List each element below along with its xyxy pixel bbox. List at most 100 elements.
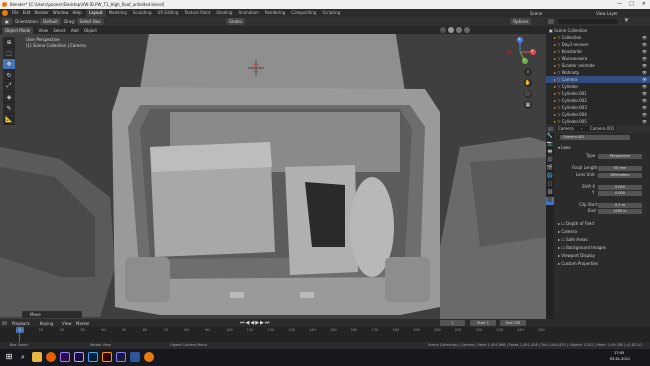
- section-custom-properties[interactable]: ▸ Custom Properties: [558, 261, 598, 267]
- render-tab-icon[interactable]: 📷: [546, 141, 554, 149]
- tab-sculpting[interactable]: Sculpting: [130, 9, 155, 17]
- shading-wire-icon[interactable]: [440, 27, 446, 33]
- visibility-icon[interactable]: 👁: [642, 111, 647, 118]
- world-tab-icon[interactable]: 🌐: [546, 173, 554, 181]
- visibility-icon[interactable]: 👁: [642, 83, 647, 90]
- tab-uv-editing[interactable]: UV Editing: [155, 9, 182, 17]
- windows-icon[interactable]: ⊞: [4, 352, 14, 362]
- mode-dropdown[interactable]: Object Mode: [2, 27, 34, 34]
- move-icon[interactable]: ✥: [3, 59, 15, 70]
- object-tab-icon[interactable]: ▢: [546, 181, 554, 189]
- minimize-icon[interactable]: —: [617, 1, 622, 7]
- visibility-icon[interactable]: 👁: [642, 118, 647, 125]
- camera-data-tab-icon[interactable]: 🎥: [546, 197, 554, 205]
- perspective-toggle-icon[interactable]: ▦: [524, 101, 532, 109]
- lens-section-header[interactable]: ▾ Lens: [558, 145, 571, 151]
- transform-icon[interactable]: ◈: [3, 92, 15, 103]
- maximize-icon[interactable]: □: [629, 1, 634, 7]
- annotate-icon[interactable]: ✎: [3, 103, 15, 114]
- view-layer-selector[interactable]: View Layer: [596, 11, 618, 16]
- section-depth-of-field[interactable]: ▸ ☐ Depth of Field: [558, 221, 594, 227]
- orientation-dropdown[interactable]: Default: [40, 18, 61, 25]
- focal-length-field[interactable]: 50 mm: [598, 166, 642, 171]
- menu-select[interactable]: Select: [51, 27, 67, 35]
- playback-controls[interactable]: ⏮◀◀▶▶⏭: [240, 320, 270, 326]
- outliner-item[interactable]: ▸ ▽ Cylinder.001 👁: [546, 90, 650, 97]
- tab-texture-paint[interactable]: Texture Paint: [181, 9, 213, 17]
- transform-orientation-dropdown[interactable]: Global: [226, 18, 245, 25]
- outliner-root[interactable]: ▣ Scene Collection: [546, 27, 650, 34]
- visibility-icon[interactable]: 👁: [642, 62, 647, 69]
- shift-x-field[interactable]: 0.000: [598, 185, 642, 190]
- menu-edit[interactable]: Edit: [21, 9, 33, 17]
- blender-menu-icon[interactable]: [2, 10, 8, 16]
- menu-timeline-view[interactable]: View: [62, 321, 72, 326]
- menu-add[interactable]: Add: [69, 27, 81, 35]
- visibility-icon[interactable]: 👁: [642, 90, 647, 97]
- menu-marker[interactable]: Marker: [76, 321, 90, 326]
- visibility-icon[interactable]: 👁: [642, 34, 647, 41]
- outliner-item[interactable]: ▸ ▽ Cylinder 👁: [546, 83, 650, 90]
- section-background-images[interactable]: ▸ ☐ Background Images: [558, 245, 606, 251]
- measure-icon[interactable]: 📐: [3, 114, 15, 125]
- tab-shading[interactable]: Shading: [213, 9, 235, 17]
- tab-scripting[interactable]: Scripting: [319, 9, 343, 17]
- visibility-icon[interactable]: 👁: [642, 69, 647, 76]
- type-dropdown[interactable]: Perspective: [598, 154, 642, 159]
- last-operator-panel[interactable]: Move: [22, 311, 82, 318]
- outliner-item[interactable]: ▸ ▽ Cylinder.002 👁: [546, 97, 650, 104]
- outliner-item[interactable]: ▸ ▽ Camera 👁: [546, 76, 650, 83]
- scene-selector[interactable]: Scene: [530, 11, 542, 16]
- end-frame-field[interactable]: End 250: [500, 320, 526, 326]
- explorer-icon[interactable]: [32, 352, 42, 362]
- menu-playback[interactable]: Playback: [12, 321, 30, 326]
- outliner-item[interactable]: ▸ ▽ Day3 recover 👁: [546, 41, 650, 48]
- rotate-icon[interactable]: ↻: [3, 70, 15, 81]
- visibility-icon[interactable]: 👁: [642, 76, 647, 83]
- search-icon[interactable]: ⌕: [18, 352, 28, 362]
- menu-file[interactable]: File: [10, 9, 21, 17]
- output-tab-icon[interactable]: 🖶: [546, 149, 554, 157]
- properties-editor-icon[interactable]: [548, 127, 553, 131]
- outliner-item[interactable]: ▸ ▽ Scooter animate 👁: [546, 62, 650, 69]
- outliner-editor-icon[interactable]: [548, 19, 554, 24]
- tool-tab-icon[interactable]: 🔧: [546, 133, 554, 141]
- tab-compositing[interactable]: Compositing: [288, 9, 319, 17]
- editor-type-icon[interactable]: ▣: [2, 18, 12, 25]
- outliner-item[interactable]: ▸ ▽ Cylinder.004 👁: [546, 111, 650, 118]
- cursor-icon[interactable]: ⊕: [3, 37, 15, 48]
- camera-view-icon[interactable]: 🎥: [524, 90, 532, 98]
- tab-modeling[interactable]: Modeling: [106, 9, 130, 17]
- menu-help[interactable]: Help: [70, 9, 83, 17]
- firefox-icon[interactable]: [46, 352, 56, 362]
- menu-window[interactable]: Window: [51, 9, 71, 17]
- options-dropdown[interactable]: Options: [510, 18, 532, 25]
- playhead[interactable]: 1: [16, 327, 24, 333]
- camera-data-field[interactable]: Camera.001: [560, 135, 630, 140]
- filter-icon[interactable]: ⧩: [624, 18, 628, 24]
- outliner-item[interactable]: ▸ ▽ Konstante 👁: [546, 48, 650, 55]
- timeline-editor-icon[interactable]: [2, 321, 7, 325]
- outliner-item[interactable]: ▸ ▽ Cylinder.005 👁: [546, 118, 650, 125]
- lens-unit-dropdown[interactable]: Millimeters: [598, 173, 642, 178]
- outliner-item[interactable]: ▸ ▽ Wohnaty 👁: [546, 69, 650, 76]
- premiere-icon[interactable]: [60, 352, 70, 362]
- visibility-icon[interactable]: 👁: [642, 48, 647, 55]
- illustrator-icon[interactable]: [102, 352, 112, 362]
- shading-solid-icon[interactable]: [448, 27, 454, 33]
- current-frame-field[interactable]: 1: [440, 320, 465, 326]
- media-encoder-icon[interactable]: [116, 352, 126, 362]
- tab-animation[interactable]: Animation: [235, 9, 261, 17]
- shading-material-icon[interactable]: [456, 27, 462, 33]
- constraints-tab-icon[interactable]: ⛓: [546, 189, 554, 197]
- clip-start-field[interactable]: 0.1 m: [598, 203, 642, 208]
- outliner-item[interactable]: ▸ ▽ Wunsauswra 👁: [546, 55, 650, 62]
- outliner-search-input[interactable]: [558, 19, 618, 24]
- shading-rendered-icon[interactable]: [464, 27, 470, 33]
- zoom-icon[interactable]: ⌕: [524, 68, 532, 76]
- select-icon[interactable]: ⬚: [3, 48, 15, 59]
- section-safe-areas[interactable]: ▸ ☐ Safe Areas: [558, 237, 588, 243]
- start-frame-field[interactable]: Start 1: [470, 320, 496, 326]
- section-viewport-display[interactable]: ▸ Viewport Display: [558, 253, 595, 259]
- photoshop-icon[interactable]: [88, 352, 98, 362]
